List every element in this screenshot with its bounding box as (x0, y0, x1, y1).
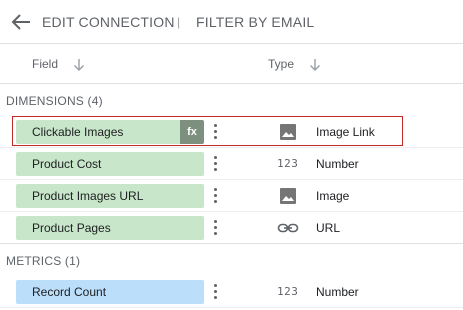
more-vert-icon[interactable] (209, 155, 223, 173)
field-type[interactable]: URL (316, 221, 340, 235)
more-vert-icon[interactable] (209, 123, 223, 141)
arrow-left-icon[interactable] (10, 12, 32, 32)
number-icon: 123 (277, 285, 299, 298)
field-name: Product Images URL (32, 189, 144, 203)
filter-by-email-link[interactable]: FILTER BY EMAIL (196, 14, 314, 30)
field-name: Product Cost (32, 157, 102, 171)
field-type[interactable]: Image Link (316, 125, 375, 139)
arrow-down-icon[interactable] (309, 58, 321, 72)
field-chip[interactable]: Product Cost (16, 152, 204, 176)
table-row[interactable]: Product Images URL Image (0, 180, 463, 212)
field-chip[interactable]: Product Images URL (16, 184, 204, 208)
arrow-down-icon[interactable] (73, 58, 85, 72)
table-row[interactable]: Product Cost 123 Number (0, 148, 463, 180)
field-chip[interactable]: Product Pages (16, 216, 204, 240)
column-header-row: Field Type (0, 44, 463, 84)
more-vert-icon[interactable] (209, 283, 223, 301)
header-separator: | (177, 15, 181, 29)
number-icon: 123 (277, 157, 299, 170)
section-divider (0, 243, 463, 244)
dimensions-section-label: DIMENSIONS (4) (6, 94, 103, 108)
field-name: Clickable Images (32, 125, 124, 139)
image-icon (280, 188, 296, 204)
metrics-section-label: METRICS (1) (6, 254, 81, 268)
field-type[interactable]: Image (316, 189, 349, 203)
panel-header: EDIT CONNECTION | FILTER BY EMAIL (0, 0, 463, 44)
calculated-field-badge[interactable]: fx (180, 120, 204, 144)
type-column-header[interactable]: Type (268, 57, 294, 71)
field-chip[interactable]: Clickable Images fx (16, 120, 204, 144)
link-icon (277, 223, 299, 233)
field-name: Record Count (32, 285, 107, 299)
more-vert-icon[interactable] (209, 219, 223, 237)
field-type[interactable]: Number (316, 157, 359, 171)
table-row[interactable]: Clickable Images fx Image Link (0, 116, 463, 148)
table-row[interactable]: Record Count 123 Number (0, 276, 463, 308)
image-icon (280, 124, 296, 140)
table-row[interactable]: Product Pages URL (0, 212, 463, 244)
field-name: Product Pages (32, 221, 111, 235)
field-chip[interactable]: Record Count (16, 280, 204, 304)
field-type[interactable]: Number (316, 285, 359, 299)
field-column-header[interactable]: Field (32, 57, 58, 71)
edit-connection-link[interactable]: EDIT CONNECTION (42, 14, 175, 30)
more-vert-icon[interactable] (209, 187, 223, 205)
